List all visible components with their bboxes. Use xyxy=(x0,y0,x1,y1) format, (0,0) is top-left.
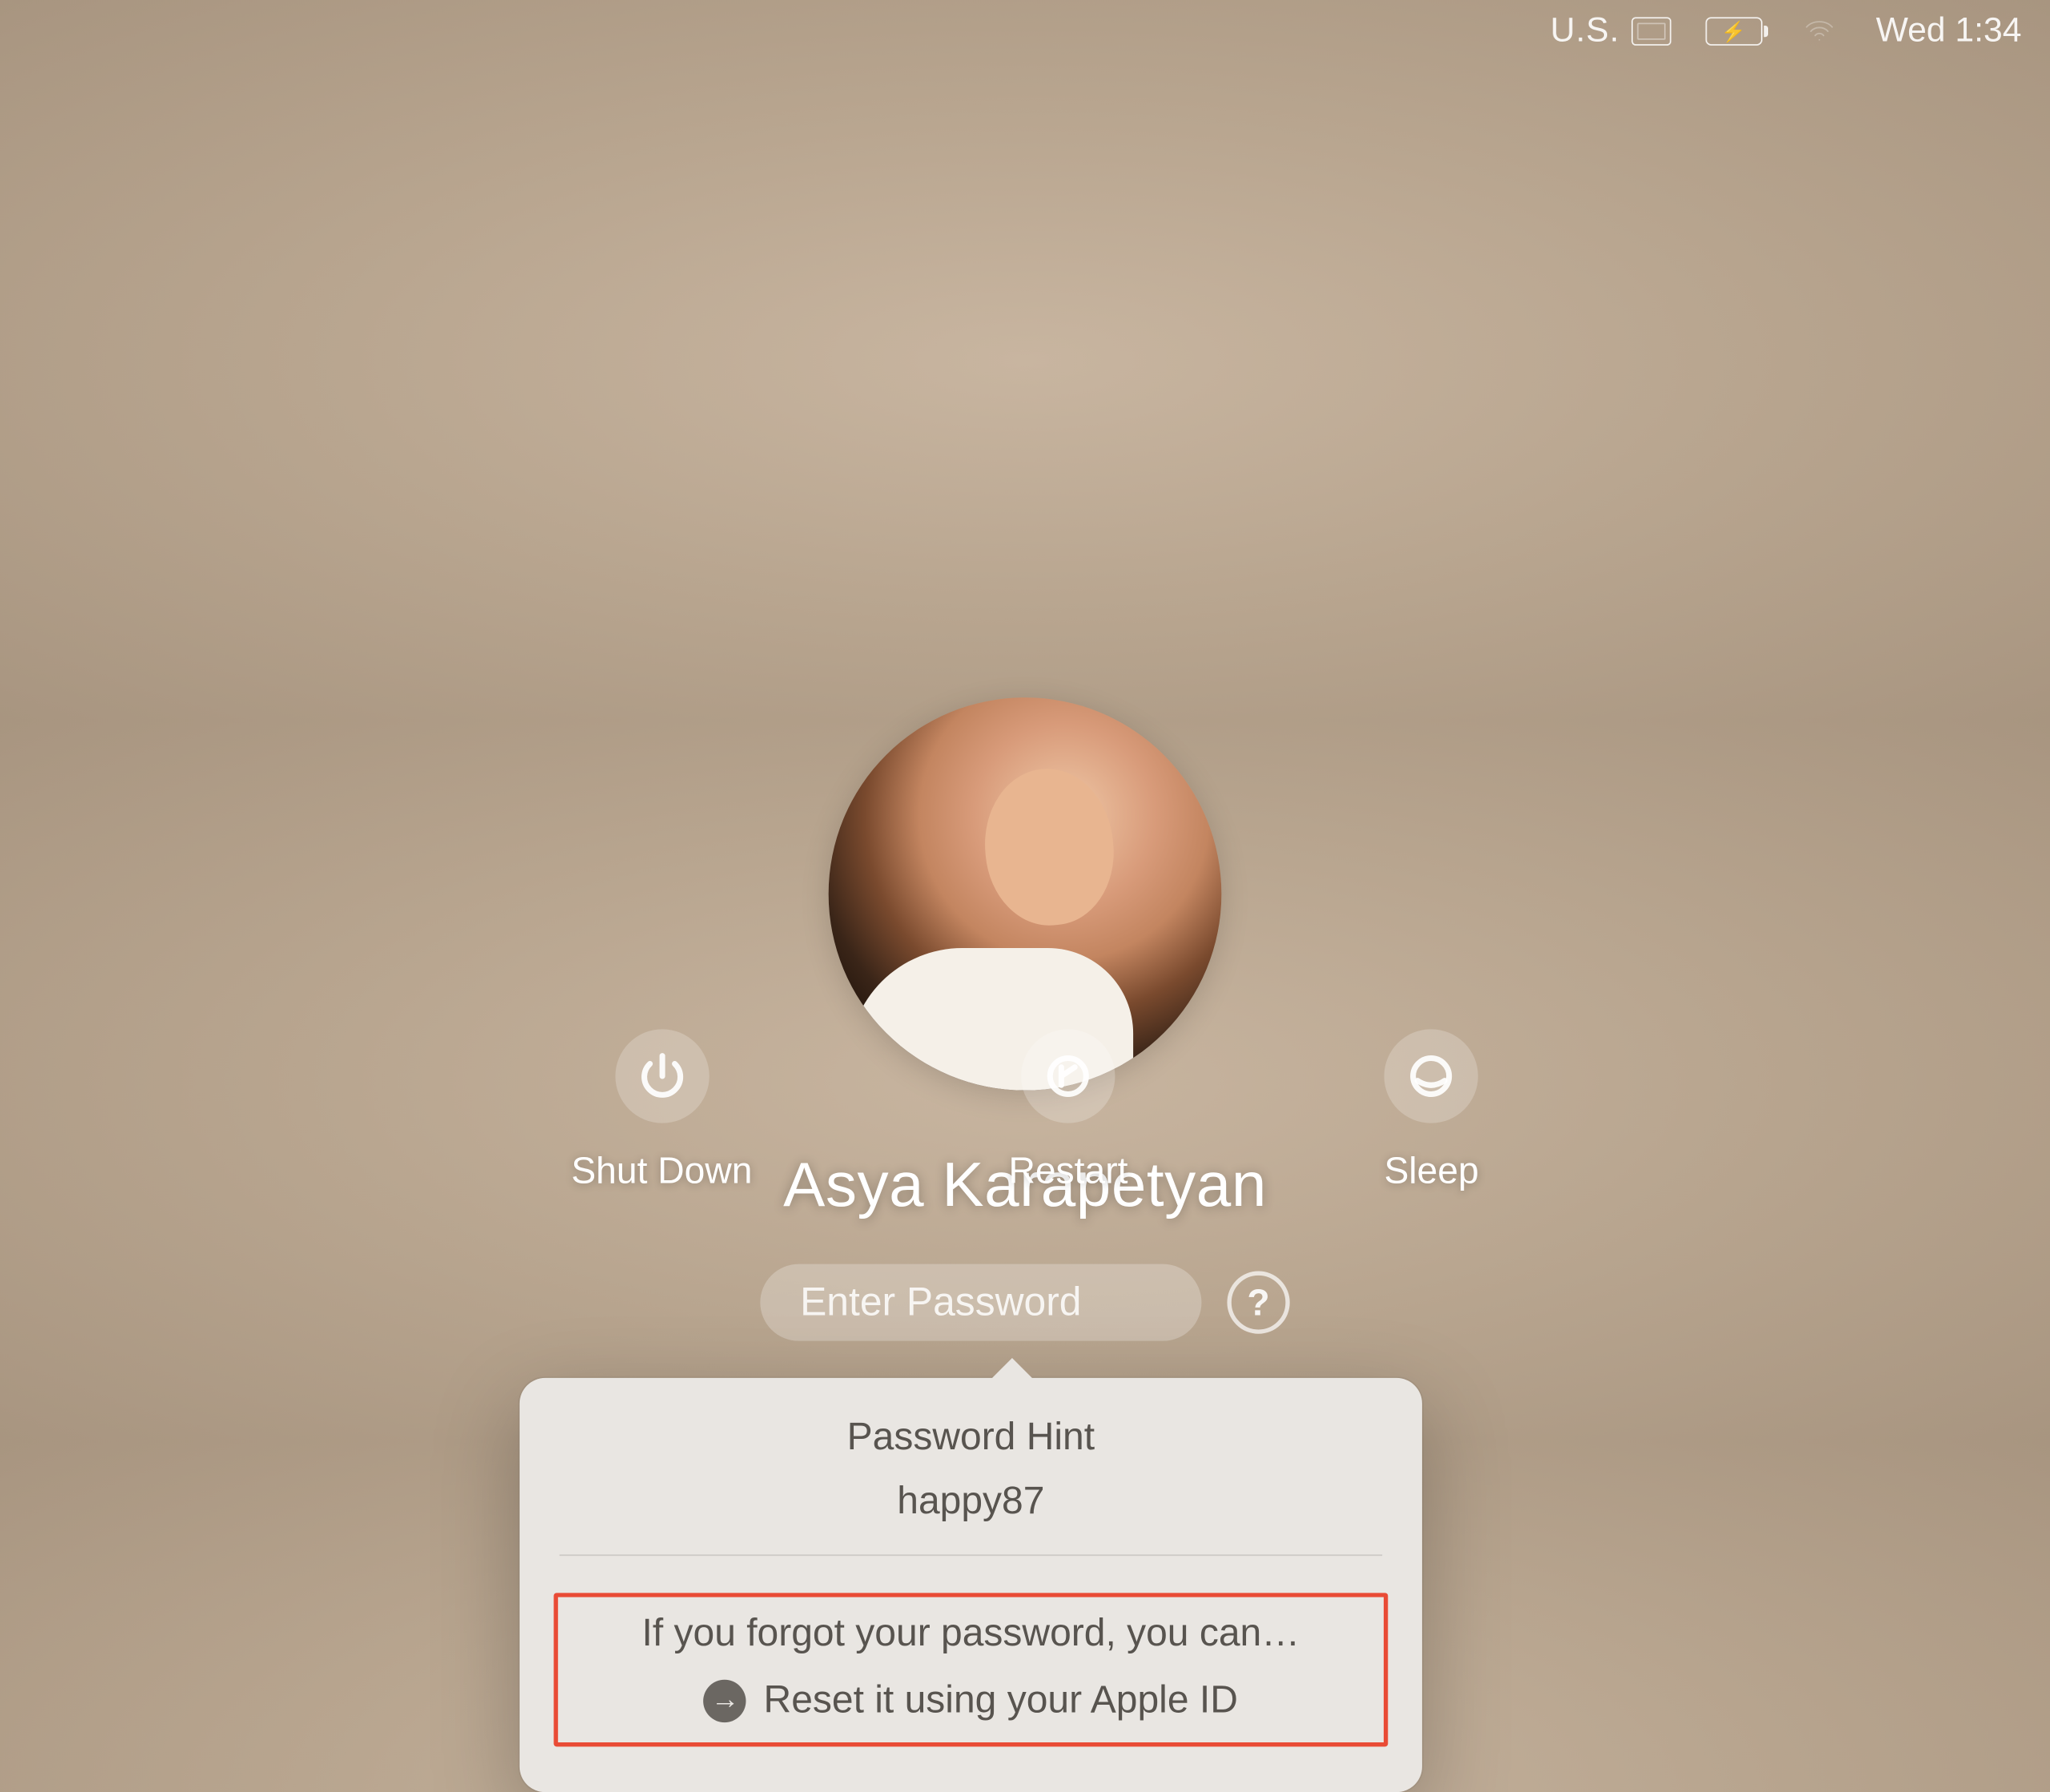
reset-apple-id-button[interactable]: → Reset it using your Apple ID xyxy=(566,1678,1375,1722)
password-hint-popover: Password Hint happy87 If you forgot your… xyxy=(520,1378,1422,1792)
sleep-icon xyxy=(1385,1029,1478,1123)
popover-title: Password Hint xyxy=(520,1415,1422,1459)
popover-divider xyxy=(560,1554,1383,1556)
arrow-right-icon: → xyxy=(704,1679,746,1722)
battery-indicator[interactable]: ⚡ xyxy=(1705,17,1762,46)
datetime-label: Wed 1:34 xyxy=(1876,11,2022,51)
restart-icon xyxy=(1021,1029,1115,1123)
question-mark-icon: ? xyxy=(1247,1280,1269,1324)
reset-highlight-annotation: If you forgot your password, you can… → … xyxy=(553,1593,1388,1746)
power-icon xyxy=(615,1029,709,1123)
wifi-icon xyxy=(1796,14,1842,49)
input-source-indicator[interactable]: U.S. xyxy=(1550,11,1671,51)
sleep-button[interactable]: Sleep xyxy=(1384,1029,1478,1192)
restart-button[interactable]: Restart xyxy=(1008,1029,1128,1192)
password-hint-value: happy87 xyxy=(520,1479,1422,1523)
power-buttons-row: Shut Down Restart Sleep xyxy=(571,1029,1478,1192)
sleep-label: Sleep xyxy=(1384,1149,1478,1193)
popover-reset-section: If you forgot your password, you can… → … xyxy=(553,1581,1388,1758)
reset-apple-id-label: Reset it using your Apple ID xyxy=(764,1678,1238,1722)
battery-icon: ⚡ xyxy=(1705,17,1762,46)
login-area: Asya Karapetyan ? Password Hint happy87 … xyxy=(760,697,1289,1341)
password-input[interactable] xyxy=(760,1264,1201,1341)
shutdown-label: Shut Down xyxy=(571,1149,752,1193)
forgot-password-text: If you forgot your password, you can… xyxy=(566,1611,1375,1655)
password-hint-button[interactable]: ? xyxy=(1227,1272,1289,1334)
restart-label: Restart xyxy=(1008,1149,1128,1193)
shutdown-button[interactable]: Shut Down xyxy=(571,1029,752,1192)
menubar: U.S. ⚡ Wed 1:34 xyxy=(1521,0,2050,62)
wifi-indicator[interactable] xyxy=(1796,14,1842,49)
input-source-label: U.S. xyxy=(1550,11,1620,51)
keyboard-icon xyxy=(1631,17,1671,46)
password-row: ? Password Hint happy87 If you forgot yo… xyxy=(760,1264,1289,1341)
